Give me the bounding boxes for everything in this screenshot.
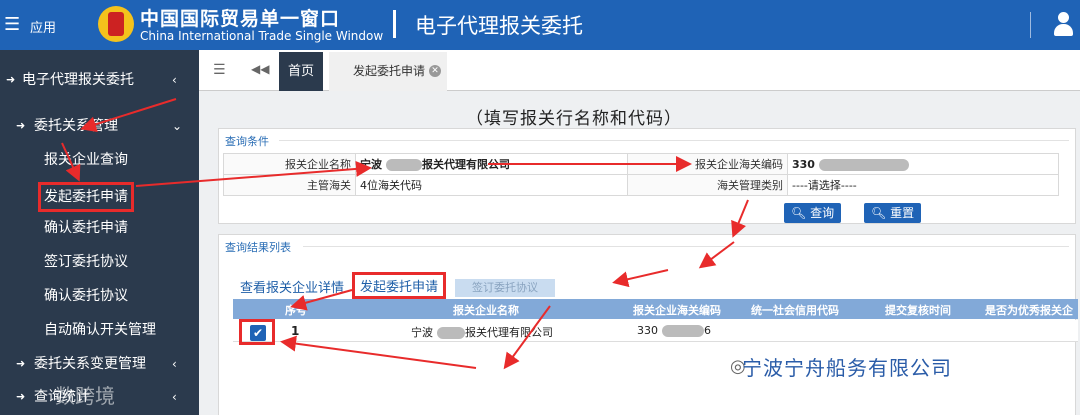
tab-bar: ☰ ◀◀ 首页 发起委托申请 ✕ [199,50,1080,91]
sidebar-item-query[interactable]: 报关企业查询 [0,144,199,177]
category-select[interactable]: ----请选择---- [787,174,1059,196]
chevron-down-icon: ⌄ [172,119,183,133]
main-customs-field[interactable]: 4位海关代码 [355,174,628,196]
top-bar: ☰ 应用 中国国际贸易单一窗口 China International Trad… [0,0,1080,50]
rewind-icon[interactable]: ◀◀ [251,62,269,76]
module-title: 电子代理报关委托 [415,14,583,38]
app-menu-label[interactable]: 应用 [30,17,56,36]
results-table-header: 序号 报关企业名称 报关企业海关编码 统一社会信用代码 提交复核时间 是否为优秀… [233,299,1078,319]
watermark-left: 数跨境 [55,384,115,408]
enter-icon: ➜ [16,357,26,370]
reset-button[interactable]: 🔍︎ 重置 [864,203,922,223]
col-excellent: 是否为优秀报关企 [985,304,1073,317]
view-company-link[interactable]: 查看报关企业详情 [240,277,344,296]
query-form: 报关企业名称 宁波 报关代理有限公司 报关企业海关编码 330 主管海关 4位海关… [223,153,1059,196]
watermark-right: 宁波宁舟船务有限公司 [742,356,952,380]
sidebar-item-confirm-agreement[interactable]: 确认委托协议 [0,280,199,313]
row-customs-code: 330 6 [637,324,711,337]
col-credit-code: 统一社会信用代码 [751,304,839,317]
col-submit-time: 提交复核时间 [885,304,951,317]
sidebar: ➜ 电子代理报关委托 ‹ ➜ 委托关系管理 ⌄ 报关企业查询 发起委托申请 确认… [0,50,199,415]
customs-logo-icon [98,6,134,42]
col-customs-code: 报关企业海关编码 [633,304,721,317]
sidebar-item-initiate[interactable]: 发起委托申请 [0,178,199,212]
row-company-name: 宁波 报关代理有限公司 [411,326,553,339]
enter-icon: ➜ [16,119,26,132]
close-icon[interactable]: ✕ [429,65,441,77]
enter-icon: ➜ [16,390,26,403]
category-label: 海关管理类别 [627,174,788,196]
sidebar-item-auto-confirm[interactable]: 自动确认开关管理 [0,314,199,347]
company-name-field[interactable]: 宁波 报关代理有限公司 [355,153,628,175]
sidebar-item-sign[interactable]: 签订委托协议 [0,246,199,279]
sidebar-item-confirm-apply[interactable]: 确认委托申请 [0,212,199,245]
table-row[interactable]: 1 宁波 报关代理有限公司 330 6 [233,320,1078,342]
search-icon: 🔍︎ [871,206,891,220]
tab-home[interactable]: 首页 [279,52,323,91]
sidebar-module[interactable]: ➜ 电子代理报关委托 ‹ [0,64,199,96]
sidebar-group-label: 委托关系管理 [34,118,118,134]
company-name-label: 报关企业名称 [223,153,356,175]
sidebar-group-relation[interactable]: ➜ 委托关系管理 ⌄ [0,110,199,142]
search-button[interactable]: 🔍︎ 查询 [784,203,842,223]
sidebar-module-label: 电子代理报关委托 [22,72,134,88]
chevron-left-icon: ‹ [172,73,177,87]
chevron-left-icon: ‹ [172,357,177,371]
header-separator [1030,12,1031,38]
search-icon: 🔍︎ [791,206,811,220]
menu-icon[interactable]: ☰ [213,62,226,78]
tab-initiate[interactable]: 发起委托申请 ✕ [329,52,447,91]
annotation-note: （填写报关行名称和代码） [466,109,682,129]
enter-icon: ➜ [6,73,16,86]
menu-icon[interactable]: ☰ [4,14,20,35]
row-checkbox[interactable]: ✔ [250,325,266,341]
user-icon[interactable] [1052,10,1074,38]
title-divider [393,10,396,38]
row-index: 1 [291,324,300,338]
site-title: 中国国际贸易单一窗口 [140,8,341,30]
chevron-left-icon: ‹ [172,390,177,404]
results-title: 查询结果列表 [225,241,291,254]
initiate-apply-link[interactable]: 发起委托申请 [352,272,447,299]
site-subtitle: China International Trade Single Window [140,29,384,43]
query-title: 查询条件 [225,135,269,148]
col-company-name: 报关企业名称 [453,304,519,317]
customs-code-field[interactable]: 330 [787,153,1059,175]
main-customs-label: 主管海关 [223,174,356,196]
sign-agreement-button[interactable]: 签订委托协议 [455,279,555,297]
customs-code-label: 报关企业海关编码 [627,153,788,175]
row-checkbox-highlight: ✔ [239,319,275,345]
query-panel: 查询条件 报关企业名称 宁波 报关代理有限公司 报关企业海关编码 330 主管海关… [218,128,1076,224]
sidebar-group-change[interactable]: ➜ 委托关系变更管理 ‹ [0,348,199,380]
col-index: 序号 [285,304,307,317]
